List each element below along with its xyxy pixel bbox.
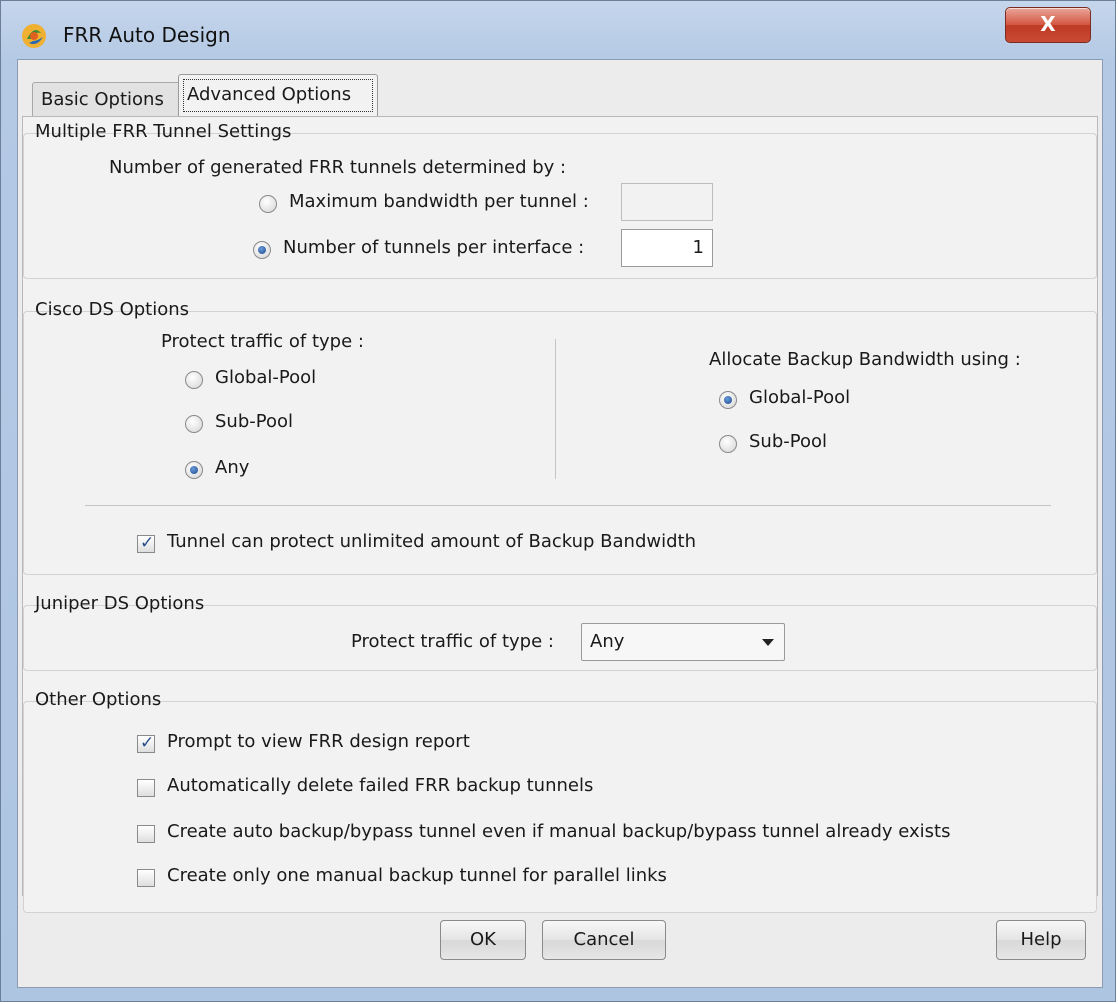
tunnels-per-interface-radio[interactable] — [253, 241, 271, 259]
juniper-protect-select[interactable]: Any — [581, 623, 785, 661]
cisco-protect-any-radio[interactable] — [185, 461, 203, 479]
chevron-down-icon — [762, 639, 774, 646]
cisco-vertical-divider — [555, 339, 556, 479]
juniper-protect-value: Any — [590, 631, 625, 652]
allocate-global-pool-label: Global-Pool — [749, 387, 851, 408]
help-button[interactable]: Help — [996, 920, 1086, 960]
create-auto-bypass-label: Create auto backup/bypass tunnel even if… — [167, 821, 951, 842]
tab-basic-options-label: Basic Options — [41, 89, 164, 110]
allocate-sub-pool-radio[interactable] — [719, 435, 737, 453]
cisco-protect-sub-pool-radio[interactable] — [185, 415, 203, 433]
max-bandwidth-radio[interactable] — [259, 195, 277, 213]
one-manual-backup-checkbox[interactable] — [137, 869, 155, 887]
cisco-protect-label: Protect traffic of type : — [161, 331, 364, 352]
juniper-ds-title: Juniper DS Options — [35, 593, 205, 614]
unlimited-backup-bandwidth-label: Tunnel can protect unlimited amount of B… — [167, 531, 696, 552]
advanced-options-panel: Multiple FRR Tunnel Settings Number of g… — [22, 116, 1098, 913]
focus-ring — [183, 79, 373, 112]
one-manual-backup-label: Create only one manual backup tunnel for… — [167, 865, 667, 886]
cisco-ds-title: Cisco DS Options — [35, 299, 190, 320]
create-auto-bypass-checkbox[interactable] — [137, 825, 155, 843]
juniper-ds-group — [23, 605, 1097, 671]
dialog-client-area: Basic Options Advanced Options Multiple … — [17, 59, 1103, 988]
allocate-sub-pool-label: Sub-Pool — [749, 431, 827, 452]
ok-button[interactable]: OK — [440, 920, 526, 960]
tab-basic-options[interactable]: Basic Options — [32, 82, 188, 116]
allocate-global-pool-radio[interactable] — [719, 391, 737, 409]
cisco-allocate-label: Allocate Backup Bandwidth using : — [709, 349, 1021, 370]
auto-delete-failed-label: Automatically delete failed FRR backup t… — [167, 775, 594, 796]
tunnels-per-interface-input[interactable]: 1 — [621, 229, 713, 267]
cisco-protect-global-pool-radio[interactable] — [185, 371, 203, 389]
determined-by-label: Number of generated FRR tunnels determin… — [109, 157, 567, 178]
multiple-frr-title: Multiple FRR Tunnel Settings — [35, 121, 292, 142]
unlimited-backup-bandwidth-checkbox[interactable] — [137, 533, 155, 553]
juniper-protect-label: Protect traffic of type : — [351, 631, 554, 652]
tab-advanced-options[interactable]: Advanced Options — [178, 74, 378, 118]
tunnels-per-interface-label: Number of tunnels per interface : — [283, 237, 585, 258]
close-icon: X — [1040, 12, 1056, 36]
auto-delete-failed-checkbox[interactable] — [137, 779, 155, 797]
cisco-protect-global-pool-label: Global-Pool — [215, 367, 317, 388]
prompt-view-report-label: Prompt to view FRR design report — [167, 731, 470, 752]
window-title: FRR Auto Design — [63, 23, 231, 47]
other-options-title: Other Options — [35, 689, 162, 710]
prompt-view-report-checkbox[interactable] — [137, 733, 155, 753]
title-bar[interactable]: FRR Auto Design X — [1, 1, 1115, 59]
max-bandwidth-label: Maximum bandwidth per tunnel : — [289, 191, 589, 212]
max-bandwidth-input[interactable] — [621, 183, 713, 221]
cisco-horizontal-divider — [85, 505, 1051, 506]
cancel-button[interactable]: Cancel — [542, 920, 666, 960]
dialog-window: FRR Auto Design X Basic Options Advanced… — [0, 0, 1116, 1002]
app-logo-icon — [22, 24, 46, 48]
close-button[interactable]: X — [1005, 7, 1091, 43]
cisco-protect-any-label: Any — [215, 457, 250, 478]
cisco-protect-sub-pool-label: Sub-Pool — [215, 411, 293, 432]
